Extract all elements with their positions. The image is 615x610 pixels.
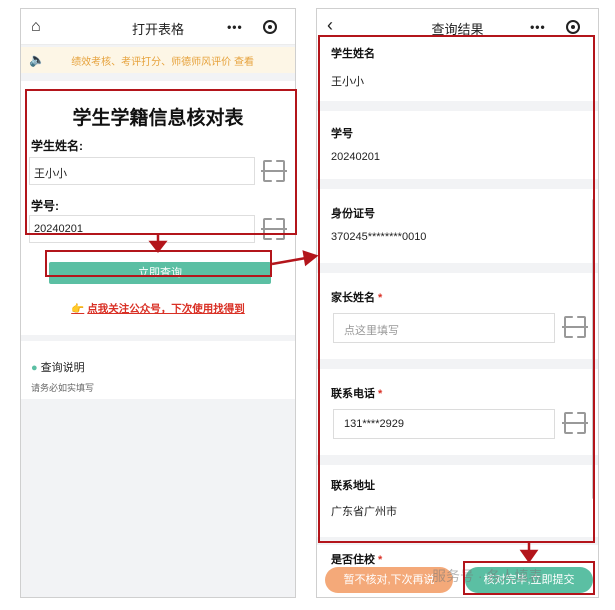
- highlight-query-box: [45, 250, 272, 277]
- explain-title-text: 查询说明: [40, 362, 85, 374]
- explain-title: ● 查询说明: [31, 359, 85, 375]
- highlight-submit-box: [463, 561, 595, 595]
- pointing-hand-icon: 👉: [71, 303, 85, 315]
- speaker-icon: 🔈: [29, 52, 46, 67]
- notice-bar[interactable]: 🔈 绩效考核、考评打分、师德师风评价 查看: [21, 47, 295, 73]
- field-label: 是否住校 *: [331, 551, 382, 567]
- follow-link-text[interactable]: 点我关注公众号，下次使用找得到: [87, 303, 245, 315]
- capsule-close-icon[interactable]: [262, 20, 277, 34]
- more-dots-icon[interactable]: •••: [530, 20, 546, 34]
- required-mark: *: [378, 554, 383, 566]
- capsule-close-icon[interactable]: [565, 20, 580, 34]
- follow-link[interactable]: 👉 点我关注公众号，下次使用找得到: [21, 301, 295, 316]
- menu-capsule: •••: [217, 15, 287, 39]
- notice-text: 绩效考核、考评打分、师德师风评价 查看: [71, 56, 254, 68]
- explain-text: 请务必如实填写: [31, 383, 95, 393]
- more-dots-icon[interactable]: •••: [227, 20, 243, 34]
- highlight-results-box: [318, 35, 595, 543]
- top-bar: ⌂ 打开表格 •••: [21, 9, 295, 45]
- arrow-head-right: [302, 250, 319, 267]
- lightbulb-icon: ●: [31, 362, 38, 374]
- explain-card: ● 查询说明 请务必如实填写: [21, 341, 295, 399]
- field-label-text: 是否住校: [331, 554, 375, 566]
- highlight-form-box: [25, 89, 297, 235]
